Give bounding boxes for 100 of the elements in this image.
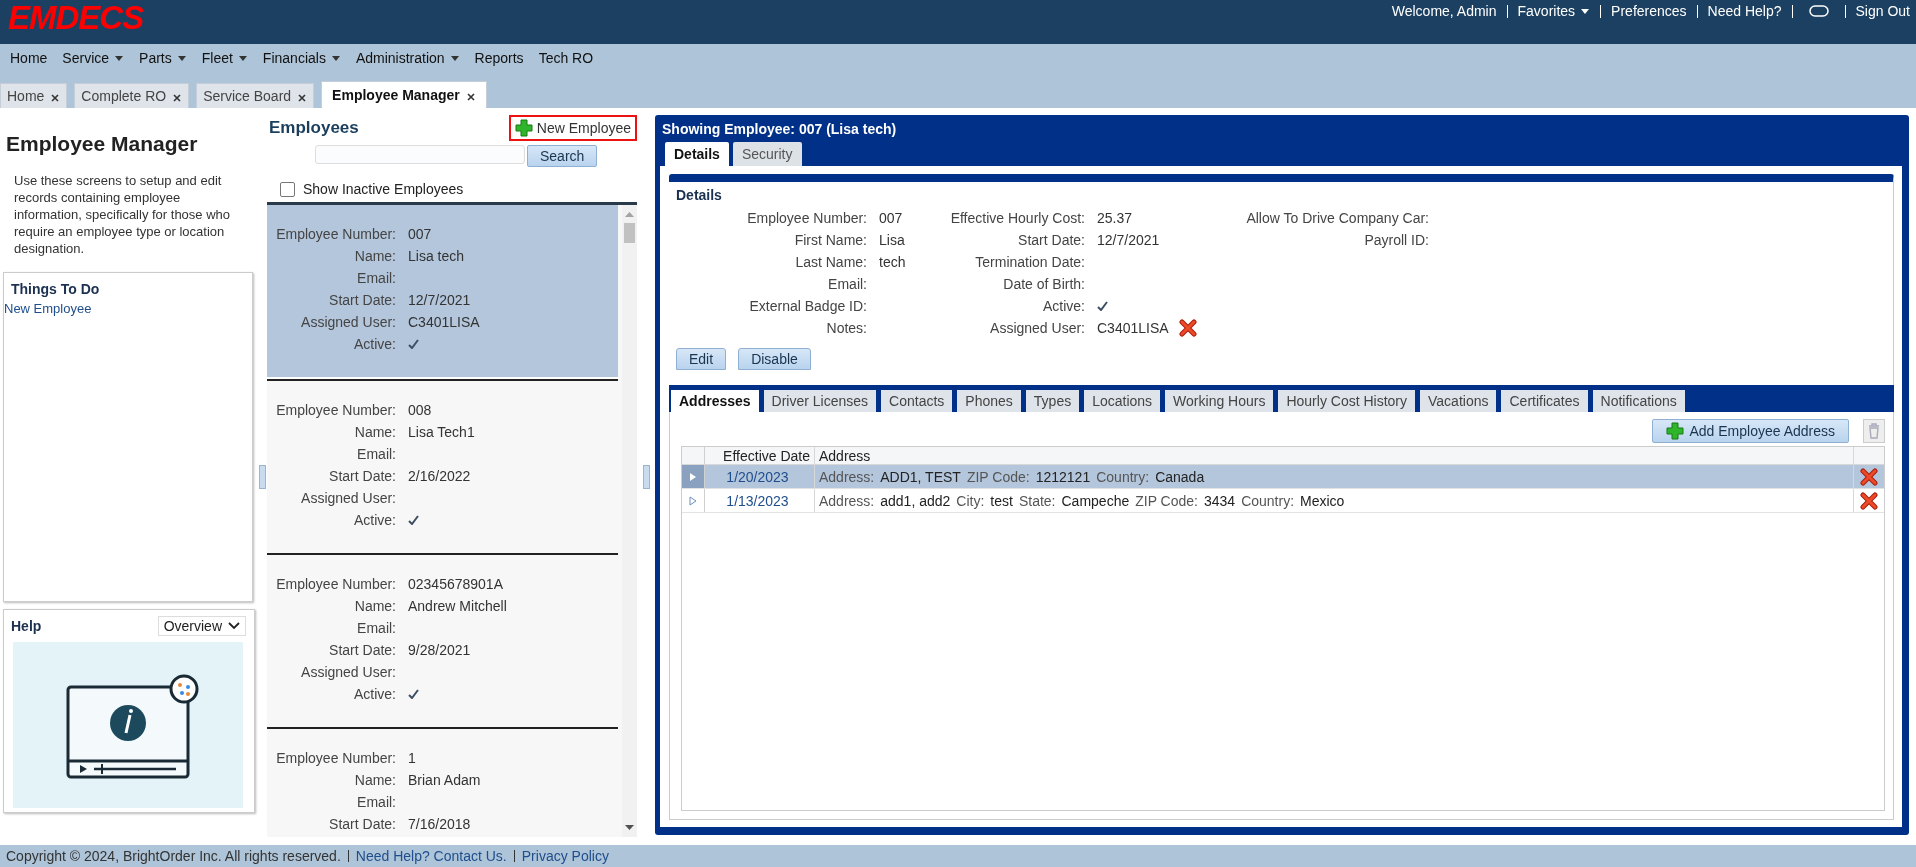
plus-icon [514,119,533,137]
tab[interactable]: Phones [957,390,1021,412]
field-label: Start Date: [328,816,397,832]
tab[interactable]: Types [1025,390,1080,412]
table-row[interactable]: 1/13/2023 Address: add1, add2 City: test State: Campeche ZIP Code: 3434 Country: Mexico [682,489,1884,513]
field-label: Allow To Drive Company Car: [1245,210,1430,226]
description-text: Use these screens to setup and edit records containing employee information, specifically for those who require an employee type or location designation. [13,172,232,257]
delete-icon[interactable] [1178,319,1197,337]
tab[interactable]: Locations [1084,390,1161,412]
delete-icon[interactable] [1860,467,1878,486]
delete-icon[interactable] [1860,491,1878,510]
menu-item[interactable]: Service [62,50,125,66]
header-link[interactable]: Preferences [1611,3,1687,19]
field-label: Name: [353,598,397,614]
tab[interactable]: Employee Manager [321,81,487,108]
header-link[interactable]: Need Help? [1707,3,1782,19]
menu-item[interactable]: Parts [139,50,187,66]
tab[interactable]: Working Hours [1165,390,1274,412]
expand-icon[interactable] [689,471,697,482]
search-field[interactable] [315,145,525,164]
overview-dropdown[interactable]: Overview [157,616,246,636]
tab[interactable]: Notifications [1592,390,1685,412]
column-header[interactable]: Address [814,447,1853,464]
field-label: Assigned User: [300,314,397,330]
field-value: Brian Adam [408,772,481,788]
field-value: 008 [408,402,432,418]
close-icon[interactable] [172,93,183,103]
search-button[interactable]: Search [527,145,598,167]
field-label: First Name: [793,232,868,248]
action-button[interactable]: Disable [738,348,811,370]
tab[interactable]: Details [665,142,729,166]
field-label: Name: [353,248,397,264]
tab[interactable]: Home [0,83,68,108]
menu-item[interactable]: Administration [355,50,460,66]
tab[interactable]: Service Board [196,83,315,108]
close-icon[interactable] [50,93,61,103]
expand-icon[interactable] [689,495,697,506]
field-label: Assigned User: [989,320,1086,336]
field-label: Name: [353,424,397,440]
menu-item[interactable]: Reports [474,50,524,66]
tab[interactable]: Driver Licenses [763,390,877,412]
favorites-menu[interactable]: Favorites [1517,3,1591,19]
scrollbar[interactable] [622,205,637,837]
field-value: 02345678901A [408,576,503,592]
table-cell-text: 1/20/2023 [725,468,790,485]
footer-link[interactable]: Privacy Policy [521,848,609,864]
add-address-button[interactable]: Add Employee Address [1652,419,1849,443]
field-label: Employee Number: [746,210,868,226]
field-label: Start Date: [328,468,397,484]
tab[interactable]: Complete RO [74,83,190,108]
menu-item[interactable]: Home [10,50,48,66]
action-button[interactable]: Edit [676,348,727,370]
employee-card[interactable]: Employee Number: 007 Name: Lisa tech Email: Start Date: 12/7/2021 Assigned User: C3401LISA Active: [267,205,618,379]
check-icon [408,689,419,699]
column-header[interactable]: Effective Date [705,447,814,464]
field-label: Termination Date: [974,254,1086,270]
field-label: Active: [353,336,397,352]
close-icon[interactable] [297,93,308,103]
field-label: Email: [356,620,397,636]
field-label: External Badge ID: [748,298,868,314]
table-row[interactable]: 1/20/2023 Address: ADD1, TEST ZIP Code: 1212121 Country: Canada [682,465,1884,489]
chevron-icon [228,622,240,630]
close-icon[interactable] [465,92,476,102]
copyright-text: Copyright © 2024, BrightOrder Inc. All rights reserved. [6,848,341,864]
action-link[interactable]: New Employee [4,301,92,316]
employee-card[interactable]: Employee Number: 008 Name: Lisa Tech1 Email: Start Date: 2/16/2022 Assigned User: Active: [267,381,618,555]
collapse-handle[interactable] [259,464,266,489]
field-value: Lisa [879,232,905,248]
tab[interactable]: Hourly Cost History [1278,390,1416,412]
collapse-handle[interactable] [643,464,650,489]
field-value: Lisa Tech1 [408,424,475,440]
field-value: 12/7/2021 [408,292,471,308]
chat-icon[interactable] [1808,5,1829,17]
menu-item[interactable]: Financials [262,50,341,66]
field-label: Start Date: [328,642,397,658]
field-label: Email: [356,446,397,462]
employee-card[interactable]: Employee Number: 02345678901A Name: Andrew Mitchell Email: Start Date: 9/28/2021 Assigned User: Active: [267,555,618,729]
field-label: Email: [356,270,397,286]
tab[interactable]: Vacations [1420,390,1497,412]
header-link[interactable]: Sign Out [1855,3,1910,19]
field-value: 007 [408,226,432,242]
field-label: Email: [356,794,397,810]
tab[interactable]: Contacts [881,390,953,412]
field-value: 12/7/2021 [1097,232,1160,248]
tab[interactable]: Security [732,142,802,166]
field-label: Active: [353,512,397,528]
footer-link[interactable]: Need Help? Contact Us. [355,848,507,864]
panel-title: Things To Do [10,280,101,299]
tab[interactable]: Addresses [671,390,759,412]
checkbox[interactable] [280,181,295,197]
field-value: 007 [879,210,903,226]
menu-item[interactable]: Fleet [201,50,248,66]
video-thumbnail[interactable] [13,642,243,808]
new-employee-button[interactable]: New Employee [508,115,637,141]
table-cell: Address: add1, add2 City: test State: Campeche ZIP Code: 3434 Country: Mexico [814,489,1853,512]
checkbox-label[interactable]: Show Inactive Employees [303,181,464,197]
field-label: Active: [1042,298,1086,314]
menu-item[interactable]: Tech RO [538,50,594,66]
tab[interactable]: Certificates [1501,390,1588,412]
field-value: C3401LISA [408,314,480,330]
